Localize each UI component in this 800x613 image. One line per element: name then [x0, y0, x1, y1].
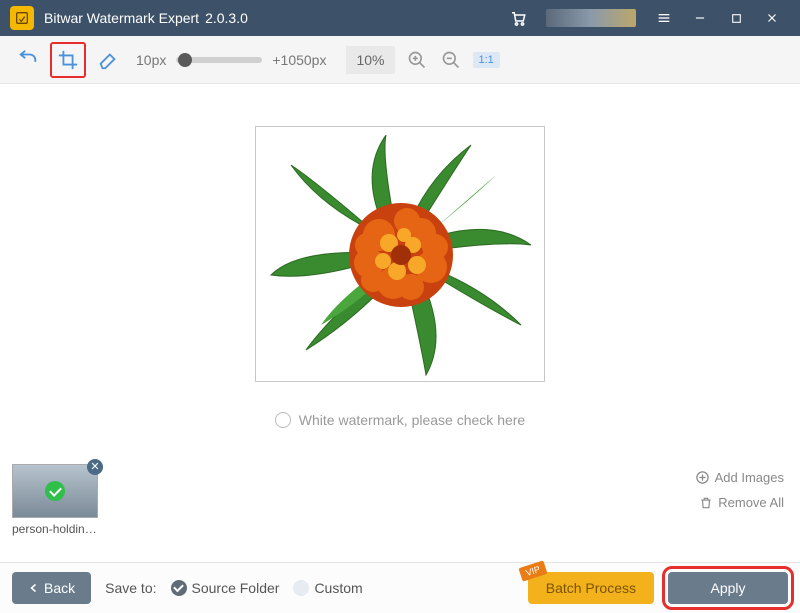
- remove-all-button[interactable]: Remove All: [699, 495, 784, 510]
- add-images-label: Add Images: [715, 470, 784, 485]
- source-folder-label: Source Folder: [192, 580, 280, 596]
- zoom-percent: 10%: [346, 46, 394, 74]
- toolbar: 10px +1050px 10% 1:1: [0, 36, 800, 84]
- size-max-label: +1050px: [272, 52, 326, 68]
- zoom-out-icon[interactable]: [439, 48, 463, 72]
- thumbnail-row: ✕ person-holding-fil... Add Images Remov…: [0, 462, 800, 562]
- apply-label: Apply: [710, 580, 745, 596]
- radio-icon: [275, 412, 291, 428]
- save-custom-option[interactable]: Custom: [293, 580, 362, 596]
- save-source-folder-option[interactable]: Source Folder: [171, 580, 280, 596]
- eraser-icon[interactable]: [90, 42, 126, 78]
- titlebar: Bitwar Watermark Expert 2.0.3.0: [0, 0, 800, 36]
- zoom-in-icon[interactable]: [405, 48, 429, 72]
- custom-label: Custom: [314, 580, 362, 596]
- close-icon[interactable]: [754, 0, 790, 36]
- menu-icon[interactable]: [646, 0, 682, 36]
- app-logo: [10, 6, 34, 30]
- thumbnail-filename: person-holding-fil...: [12, 522, 98, 536]
- thumbnail-remove-icon[interactable]: ✕: [87, 459, 103, 475]
- batch-process-button[interactable]: VIP Batch Process: [528, 572, 654, 604]
- thumbnail-image[interactable]: ✕: [12, 464, 98, 518]
- remove-all-label: Remove All: [718, 495, 784, 510]
- slider-thumb[interactable]: [178, 53, 192, 67]
- minimize-icon[interactable]: [682, 0, 718, 36]
- bottom-bar: Back Save to: Source Folder Custom VIP B…: [0, 562, 800, 613]
- undo-icon[interactable]: [10, 42, 46, 78]
- batch-label: Batch Process: [546, 580, 636, 596]
- size-slider[interactable]: [176, 57, 262, 63]
- back-button[interactable]: Back: [12, 572, 91, 604]
- app-title: Bitwar Watermark Expert: [44, 10, 199, 26]
- fit-button[interactable]: 1:1: [473, 52, 500, 68]
- white-watermark-label: White watermark, please check here: [299, 412, 525, 428]
- white-watermark-toggle[interactable]: White watermark, please check here: [275, 412, 525, 428]
- thumbnail-check-icon: [45, 481, 65, 501]
- app-version: 2.0.3.0: [205, 10, 248, 26]
- vip-badge: VIP: [518, 560, 547, 581]
- canvas-area: White watermark, please check here: [0, 84, 800, 462]
- radio-unchecked-icon: [293, 580, 309, 596]
- crop-icon[interactable]: [50, 42, 86, 78]
- vip-strip[interactable]: [546, 9, 636, 27]
- add-images-button[interactable]: Add Images: [695, 470, 784, 485]
- maximize-icon[interactable]: [718, 0, 754, 36]
- thumbnail-item[interactable]: ✕ person-holding-fil...: [12, 464, 98, 536]
- size-min-label: 10px: [136, 52, 166, 68]
- preview-image[interactable]: [255, 126, 545, 382]
- back-label: Back: [44, 580, 75, 596]
- apply-button[interactable]: Apply: [668, 572, 788, 604]
- radio-checked-icon: [171, 580, 187, 596]
- save-to-label: Save to:: [105, 580, 156, 596]
- cart-icon[interactable]: [500, 0, 536, 36]
